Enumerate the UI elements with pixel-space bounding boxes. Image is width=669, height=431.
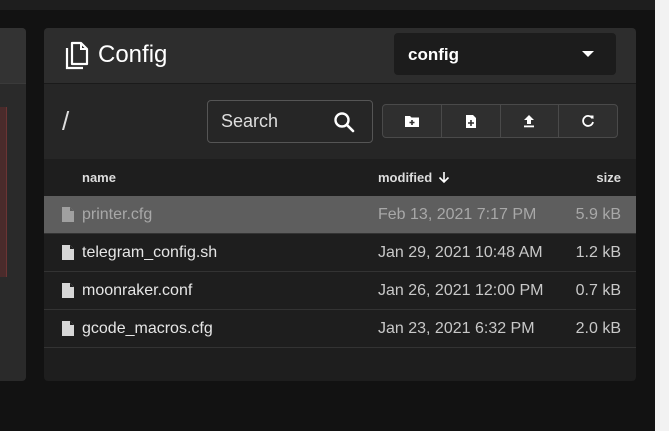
upload-button[interactable] (501, 105, 560, 137)
top-app-bar (0, 0, 655, 10)
file-icon (62, 321, 74, 336)
window-edge (655, 0, 669, 431)
root-select[interactable]: config (394, 33, 616, 75)
search-icon[interactable] (332, 110, 356, 134)
file-size: 1.2 kB (575, 244, 621, 261)
file-name: gcode_macros.cfg (82, 320, 213, 337)
left-panel-card (0, 28, 26, 381)
root-select-value: config (408, 45, 459, 64)
file-size: 5.9 kB (575, 206, 621, 223)
panel-title: Config (98, 41, 168, 68)
left-panel-alert (0, 107, 7, 277)
file-icon (62, 245, 74, 260)
file-size: 2.0 kB (575, 320, 621, 337)
panel-header: Config config (44, 28, 636, 84)
table-row[interactable]: telegram_config.sh Jan 29, 2021 10:48 AM… (44, 234, 636, 272)
create-file-button[interactable] (442, 105, 501, 137)
file-name: moonraker.conf (82, 282, 193, 299)
file-name: printer.cfg (82, 206, 153, 223)
table-row[interactable]: gcode_macros.cfg Jan 23, 2021 6:32 PM 2.… (44, 310, 636, 348)
file-size: 0.7 kB (575, 282, 621, 299)
upload-icon (524, 115, 535, 128)
add-file-icon (465, 114, 476, 128)
file-actions (382, 104, 618, 138)
file-copy-icon (65, 41, 89, 70)
file-modified: Jan 23, 2021 6:32 PM (378, 320, 535, 337)
refresh-button[interactable] (559, 105, 617, 137)
chevron-down-icon (582, 51, 594, 57)
table-row[interactable]: printer.cfg Feb 13, 2021 7:17 PM 5.9 kB (44, 196, 636, 234)
arrow-down-icon (438, 172, 449, 184)
file-list: printer.cfg Feb 13, 2021 7:17 PM 5.9 kB … (44, 196, 636, 348)
config-files-panel: Config config / Search name modified siz… (44, 28, 636, 381)
files-toolbar: / (44, 84, 636, 159)
search-input[interactable] (208, 101, 341, 142)
column-modified[interactable]: modified (378, 170, 450, 185)
file-icon (62, 283, 74, 298)
file-modified: Feb 13, 2021 7:17 PM (378, 206, 537, 223)
file-modified: Jan 26, 2021 12:00 PM (378, 282, 544, 299)
current-path: / (62, 106, 70, 136)
search-field[interactable] (207, 100, 373, 143)
file-icon (62, 207, 74, 222)
column-size[interactable]: size (596, 170, 621, 185)
table-row[interactable]: moonraker.conf Jan 26, 2021 12:00 PM 0.7… (44, 272, 636, 310)
table-header: name modified size (44, 159, 636, 197)
file-name: telegram_config.sh (82, 244, 218, 261)
create-folder-button[interactable] (383, 105, 442, 137)
column-name[interactable]: name (82, 170, 116, 185)
file-modified: Jan 29, 2021 10:48 AM (378, 244, 543, 261)
add-folder-icon (404, 116, 419, 127)
left-panel-header (0, 28, 26, 84)
refresh-icon (582, 115, 595, 127)
column-modified-label: modified (378, 170, 433, 185)
